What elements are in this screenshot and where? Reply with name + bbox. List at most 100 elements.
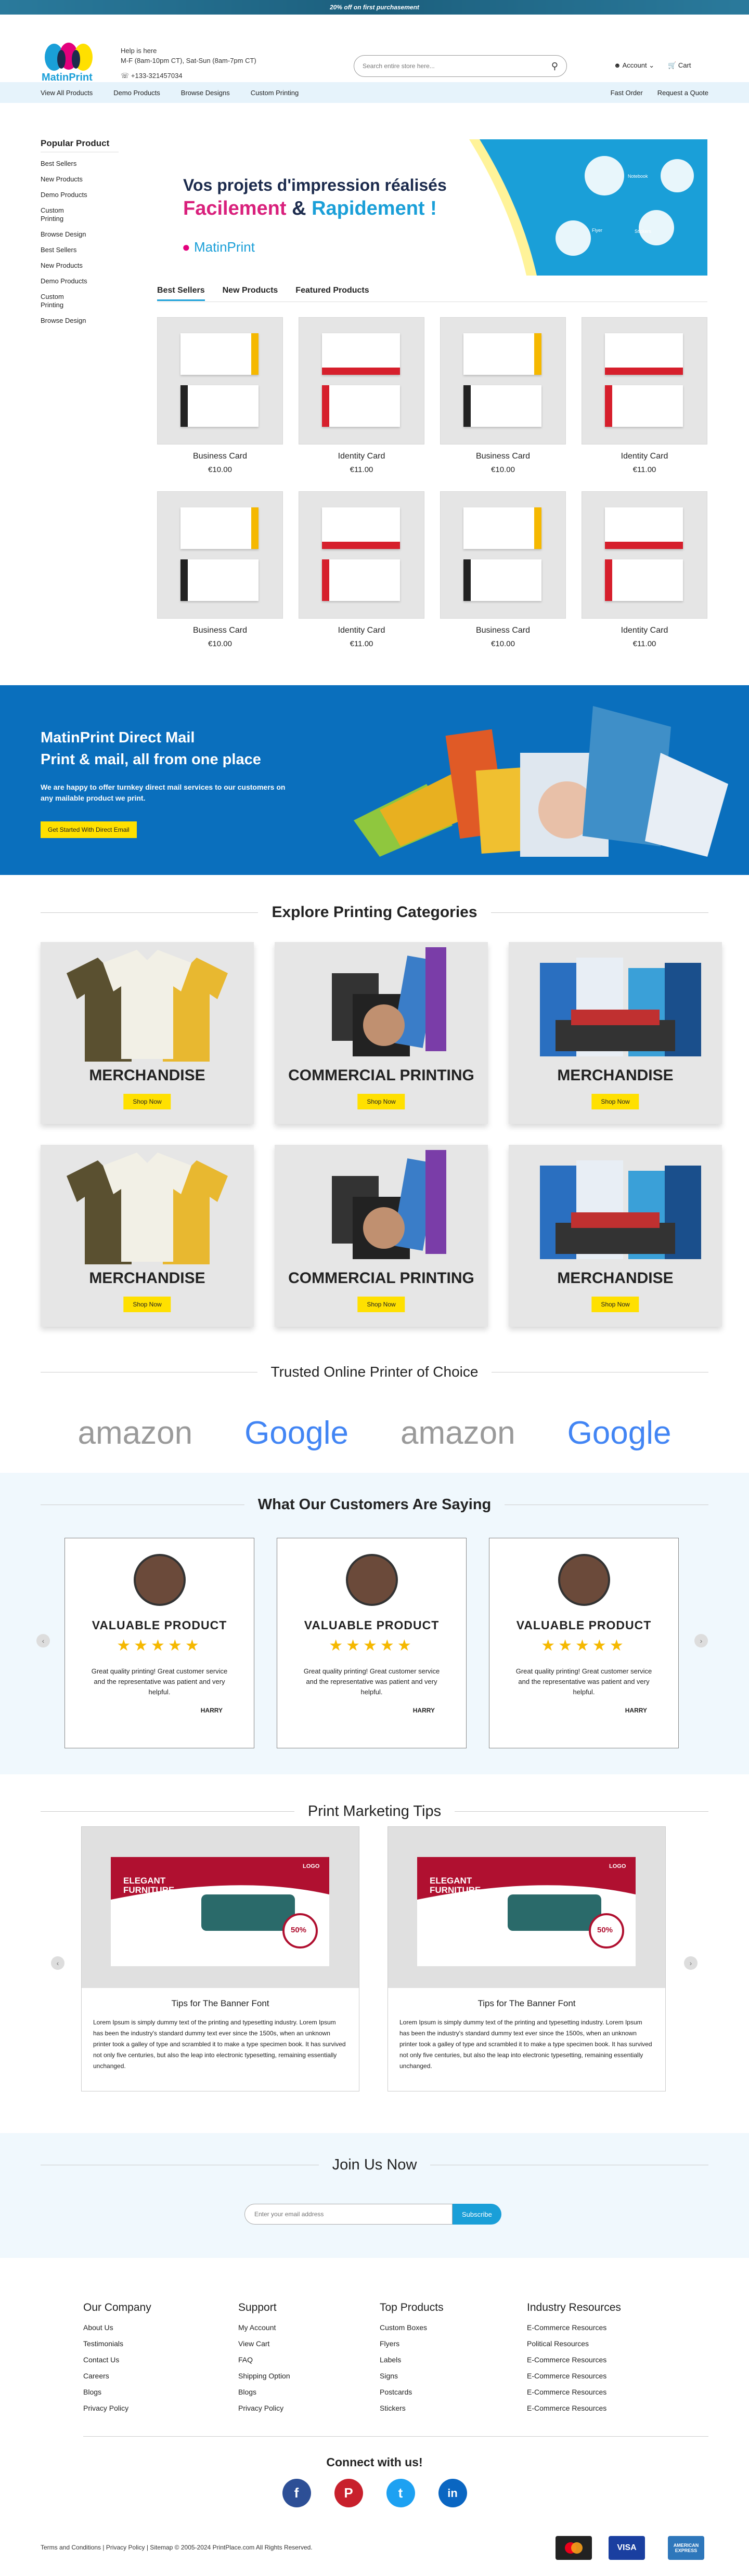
- linkedin-icon[interactable]: in: [438, 2479, 467, 2507]
- footer-link[interactable]: Testimonials: [83, 2339, 151, 2348]
- nav-view-all-products[interactable]: View All Products: [41, 89, 93, 97]
- footer-link[interactable]: View Cart: [238, 2339, 290, 2348]
- footer-link[interactable]: Labels: [380, 2356, 444, 2364]
- tab-best-sellers[interactable]: Best Sellers: [157, 286, 205, 301]
- shop-now-button[interactable]: Shop Now: [123, 1094, 171, 1109]
- tip-heading[interactable]: Tips for The Banner Font: [388, 1998, 665, 2009]
- tips-prev-arrow[interactable]: ‹: [51, 1956, 64, 1970]
- footer-link[interactable]: E-Commerce Resources: [527, 2356, 621, 2364]
- product-name[interactable]: Business Card: [157, 626, 283, 635]
- sidebar-item[interactable]: Best Sellers: [41, 160, 119, 168]
- product-image[interactable]: [299, 317, 424, 444]
- nav-fast-order[interactable]: Fast Order: [611, 89, 643, 97]
- footer-link[interactable]: Custom Boxes: [380, 2323, 444, 2332]
- reviews-next-arrow[interactable]: ›: [694, 1634, 708, 1647]
- footer-link[interactable]: Careers: [83, 2372, 151, 2380]
- sidebar-item[interactable]: Custom Printing: [41, 206, 77, 223]
- footer-link[interactable]: E-Commerce Resources: [527, 2404, 621, 2412]
- footer-link[interactable]: Contact Us: [83, 2356, 151, 2364]
- product-image[interactable]: [157, 491, 283, 619]
- product-image[interactable]: [582, 491, 707, 619]
- direct-mail-button[interactable]: Get Started With Direct Email: [41, 821, 137, 838]
- footer-link[interactable]: Flyers: [380, 2339, 444, 2348]
- category-card[interactable]: MERCHANDISE Shop Now: [509, 1145, 722, 1327]
- sidebar-item[interactable]: New Products: [41, 175, 119, 184]
- email-field[interactable]: [244, 2204, 453, 2225]
- shop-now-button[interactable]: Shop Now: [357, 1297, 405, 1312]
- footer-link[interactable]: Political Resources: [527, 2339, 621, 2348]
- footer-link[interactable]: E-Commerce Resources: [527, 2323, 621, 2332]
- footer-link[interactable]: About Us: [83, 2323, 151, 2332]
- sidebar-item[interactable]: New Products: [41, 261, 119, 270]
- cart-link[interactable]: 🛒 Cart: [668, 61, 691, 70]
- shop-now-button[interactable]: Shop Now: [591, 1297, 639, 1312]
- footer-link[interactable]: Signs: [380, 2372, 444, 2380]
- nav-browse-designs[interactable]: Browse Designs: [181, 89, 230, 97]
- product-name[interactable]: Identity Card: [299, 452, 424, 461]
- sidebar-item[interactable]: Custom Printing: [41, 293, 77, 309]
- footer-link[interactable]: Postcards: [380, 2388, 444, 2396]
- shop-now-button[interactable]: Shop Now: [123, 1297, 171, 1312]
- tip-heading[interactable]: Tips for The Banner Font: [82, 1998, 359, 2009]
- category-card[interactable]: MERCHANDISE Shop Now: [509, 942, 722, 1124]
- footer-link[interactable]: Blogs: [238, 2388, 290, 2396]
- product-card[interactable]: Business Card €10.00: [440, 491, 566, 650]
- product-name[interactable]: Identity Card: [299, 626, 424, 635]
- product-name[interactable]: Business Card: [440, 452, 566, 461]
- hero-banner[interactable]: Vos projets d'impression réalisés Facile…: [157, 139, 707, 276]
- product-name[interactable]: Business Card: [157, 452, 283, 461]
- sidebar-item[interactable]: Browse Design: [41, 230, 119, 239]
- reviews-prev-arrow[interactable]: ‹: [36, 1634, 50, 1647]
- footer-link[interactable]: My Account: [238, 2323, 290, 2332]
- search-icon[interactable]: ⚲: [551, 61, 558, 72]
- product-card[interactable]: Identity Card €11.00: [582, 317, 707, 476]
- product-image[interactable]: [299, 491, 424, 619]
- product-card[interactable]: Business Card €10.00: [157, 491, 283, 650]
- product-name[interactable]: Identity Card: [582, 452, 707, 461]
- shop-now-button[interactable]: Shop Now: [591, 1094, 639, 1109]
- tip-card[interactable]: ELEGANT FURNITURE LOGO 50% Tips for The …: [81, 1826, 359, 2091]
- footer-link[interactable]: Privacy Policy: [238, 2404, 290, 2412]
- phone-number[interactable]: ☏ +133-321457034: [121, 72, 183, 80]
- pinterest-icon[interactable]: P: [334, 2479, 363, 2507]
- facebook-icon[interactable]: f: [282, 2479, 311, 2507]
- footer-link[interactable]: E-Commerce Resources: [527, 2388, 621, 2396]
- account-link[interactable]: ☻ Account ⌄: [614, 61, 654, 70]
- nav-custom-printing[interactable]: Custom Printing: [251, 89, 299, 97]
- tab-new-products[interactable]: New Products: [223, 286, 278, 301]
- sidebar-item[interactable]: Browse Design: [41, 317, 119, 325]
- footer-link[interactable]: E-Commerce Resources: [527, 2372, 621, 2380]
- footer-link[interactable]: Stickers: [380, 2404, 444, 2412]
- product-card[interactable]: Identity Card €11.00: [299, 317, 424, 476]
- footer-link[interactable]: Privacy Policy: [83, 2404, 151, 2412]
- product-card[interactable]: Business Card €10.00: [440, 317, 566, 476]
- category-card[interactable]: MERCHANDISE Shop Now: [41, 942, 254, 1124]
- sidebar-item[interactable]: Demo Products: [41, 191, 119, 199]
- product-image[interactable]: [582, 317, 707, 444]
- sidebar-item[interactable]: Best Sellers: [41, 246, 119, 254]
- tab-featured-products[interactable]: Featured Products: [295, 286, 369, 301]
- product-image[interactable]: [440, 491, 566, 619]
- nav-request-quote[interactable]: Request a Quote: [657, 89, 708, 97]
- product-image[interactable]: [440, 317, 566, 444]
- footer-link[interactable]: FAQ: [238, 2356, 290, 2364]
- twitter-icon[interactable]: t: [386, 2479, 415, 2507]
- shop-now-button[interactable]: Shop Now: [357, 1094, 405, 1109]
- tip-card[interactable]: ELEGANT FURNITURE LOGO 50% Tips for The …: [388, 1826, 666, 2091]
- product-card[interactable]: Identity Card €11.00: [299, 491, 424, 650]
- nav-demo-products[interactable]: Demo Products: [113, 89, 160, 97]
- subscribe-button[interactable]: Subscribe: [453, 2204, 501, 2225]
- category-card[interactable]: COMMERCIAL PRINTING Shop Now: [275, 1145, 488, 1327]
- site-logo[interactable]: MatinPrint: [41, 42, 98, 88]
- category-card[interactable]: MERCHANDISE Shop Now: [41, 1145, 254, 1327]
- product-image[interactable]: [157, 317, 283, 444]
- product-name[interactable]: Identity Card: [582, 626, 707, 635]
- product-card[interactable]: Business Card €10.00: [157, 317, 283, 476]
- category-card[interactable]: COMMERCIAL PRINTING Shop Now: [275, 942, 488, 1124]
- tips-next-arrow[interactable]: ›: [684, 1956, 698, 1970]
- product-card[interactable]: Identity Card €11.00: [582, 491, 707, 650]
- product-name[interactable]: Business Card: [440, 626, 566, 635]
- footer-link[interactable]: Blogs: [83, 2388, 151, 2396]
- search-input[interactable]: Search entire store here... ⚲: [354, 55, 567, 77]
- footer-link[interactable]: Shipping Option: [238, 2372, 290, 2380]
